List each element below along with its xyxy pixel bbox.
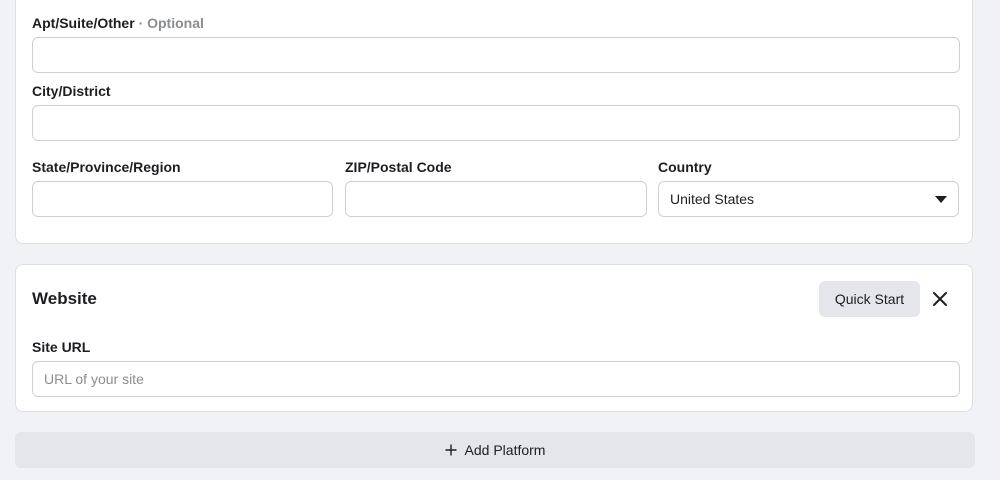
city-label: City/District — [32, 83, 111, 99]
caret-down-icon — [935, 195, 947, 203]
site-url-input[interactable] — [32, 361, 960, 397]
country-label: Country — [658, 159, 712, 175]
apt-label-text: Apt/Suite/Other — [32, 15, 135, 31]
country-select[interactable]: United States — [658, 181, 959, 217]
state-input[interactable] — [32, 181, 333, 217]
apt-label: Apt/Suite/Other · Optional — [32, 15, 204, 31]
apt-optional-text: · Optional — [138, 15, 204, 31]
apt-suite-input[interactable] — [32, 37, 960, 73]
city-input[interactable] — [32, 105, 960, 141]
website-card: Website Quick Start Site URL — [15, 264, 973, 412]
quick-start-button[interactable]: Quick Start — [819, 281, 920, 317]
plus-icon — [445, 444, 457, 456]
site-url-label: Site URL — [32, 339, 91, 355]
add-platform-label: Add Platform — [464, 442, 546, 458]
state-label: State/Province/Region — [32, 159, 181, 175]
zip-label: ZIP/Postal Code — [345, 159, 452, 175]
close-button[interactable] — [928, 285, 952, 313]
close-icon — [933, 292, 947, 306]
website-section-title: Website — [32, 289, 97, 308]
address-card: Apt/Suite/Other · Optional City/District… — [15, 0, 973, 244]
zip-input[interactable] — [345, 181, 647, 217]
add-platform-button[interactable]: Add Platform — [15, 432, 975, 468]
country-value: United States — [670, 191, 755, 207]
